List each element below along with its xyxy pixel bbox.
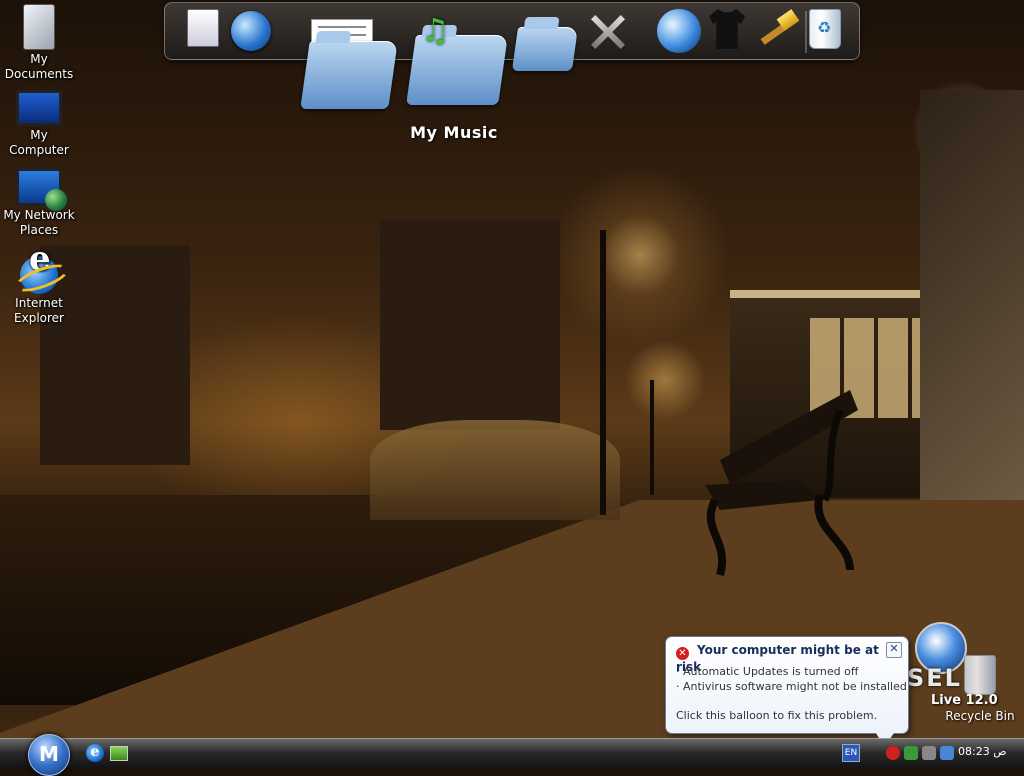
dock-bar: ♫ xyxy=(164,2,860,109)
dock-hover-label: My Music xyxy=(410,123,498,142)
desktop-icon-label: Internet Explorer xyxy=(14,296,64,325)
version-label: Live 12.0 xyxy=(931,693,998,708)
internet-globe-icon xyxy=(657,9,701,53)
tools-icon xyxy=(587,11,627,51)
security-alert-balloon[interactable]: ✕ Your computer might be at risk ✕ · Auto… xyxy=(665,636,909,747)
dock-item-document-viewer[interactable] xyxy=(187,9,219,47)
balloon-line: · Automatic Updates is turned off xyxy=(676,665,859,678)
desktop-icon-internet-explorer[interactable]: Internet Explorer xyxy=(0,252,78,326)
desktop-icon-recycle-bin[interactable]: Recycle Bin xyxy=(940,655,1020,723)
desktop-icon-my-computer[interactable]: My Computer xyxy=(0,84,78,158)
background-building-center xyxy=(380,220,560,430)
internet-explorer-icon xyxy=(20,252,58,294)
update-tray-icon[interactable] xyxy=(940,746,954,760)
background-lamp-post xyxy=(600,230,606,515)
quicklaunch-internet-explorer-icon[interactable]: e xyxy=(86,744,104,762)
network-icon xyxy=(16,168,67,211)
volume-tray-icon[interactable] xyxy=(922,746,936,760)
dock-item-tools[interactable] xyxy=(587,11,627,51)
tshirt-icon xyxy=(709,9,745,49)
balloon-line: · Antivirus software might not be instal… xyxy=(676,680,907,693)
music-note-icon: ♫ xyxy=(421,11,450,49)
network-tray-icon[interactable] xyxy=(904,746,918,760)
taskbar xyxy=(0,738,1024,769)
documents-folder-icon xyxy=(300,41,398,109)
documents-icon xyxy=(23,4,55,50)
dock-item-network[interactable] xyxy=(231,11,271,51)
background-bridge xyxy=(920,90,1024,500)
desktop-icon-label: Recycle Bin xyxy=(945,709,1015,723)
dock-separator xyxy=(805,11,807,53)
balloon-fix-link[interactable]: Click this balloon to fix this problem. xyxy=(676,709,877,722)
balloon-close-button[interactable]: ✕ xyxy=(886,642,902,658)
security-shield-icon: ✕ xyxy=(676,647,689,660)
desktop-icon-my-documents[interactable]: My Documents xyxy=(0,4,78,82)
language-indicator[interactable]: EN xyxy=(842,744,860,762)
desktop-icon-label: My Network Places xyxy=(3,208,75,237)
computer-icon xyxy=(16,90,62,126)
start-button[interactable]: M xyxy=(28,734,70,776)
document-viewer-icon xyxy=(187,9,219,47)
dock-item-recycle-bin[interactable] xyxy=(809,9,841,49)
taskbar-clock[interactable]: 08:23 ص xyxy=(958,745,1007,758)
desktop-icon-label: My Computer xyxy=(9,128,69,157)
pictures-folder-icon xyxy=(511,27,579,71)
desktop-icon-my-network-places[interactable]: My Network Places xyxy=(0,164,78,238)
network-globe-icon xyxy=(231,11,271,51)
dock-item-hammer[interactable] xyxy=(755,9,799,53)
background-grass xyxy=(370,420,620,520)
desktop-icon-label: My Documents xyxy=(4,52,74,81)
background-bench xyxy=(705,390,858,577)
hammer-icon xyxy=(755,9,799,53)
dock-item-tshirt[interactable] xyxy=(709,9,745,49)
quicklaunch-show-desktop-icon[interactable] xyxy=(110,746,128,761)
background-lamp-post xyxy=(650,380,654,495)
security-alert-tray-icon[interactable] xyxy=(886,746,900,760)
recycle-bin-icon xyxy=(809,9,841,49)
dock-item-internet[interactable] xyxy=(657,9,701,53)
recycle-bin-icon xyxy=(964,655,996,695)
